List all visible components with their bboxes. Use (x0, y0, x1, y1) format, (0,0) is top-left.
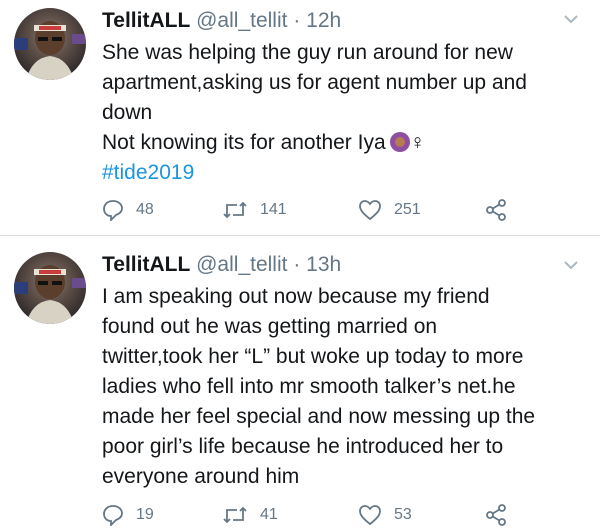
tweet-content: TellitALL @all_tellit · 13h I am speakin… (102, 252, 582, 492)
tweet-actions: 19 41 53 (102, 503, 600, 527)
avatar[interactable] (14, 8, 86, 80)
tweet-text: I am speaking out now because my friend … (102, 282, 582, 492)
retweet-button[interactable]: 141 (222, 198, 287, 222)
like-count: 53 (394, 506, 412, 523)
retweet-icon (223, 506, 247, 524)
tweet-text-line: Not knowing its for another Iya (102, 131, 386, 154)
share-icon (486, 199, 506, 221)
tweet-actions: 48 141 251 (102, 198, 600, 222)
tweet-text-line: made her feel special and now messing up… (102, 405, 536, 428)
timestamp[interactable]: 12h (306, 9, 341, 32)
tweet-text-line: found out he was getting married on (102, 315, 438, 338)
reply-button[interactable]: 48 (102, 198, 154, 222)
heart-icon (359, 200, 381, 221)
reply-button[interactable]: 19 (102, 503, 154, 527)
tweet-text-line-with-emoji: Not knowing its for another Iya ♀ (102, 128, 582, 158)
reply-icon (103, 200, 123, 221)
tweet-header: TellitALL @all_tellit · 12h (102, 8, 582, 34)
avatar[interactable] (14, 252, 86, 324)
like-count: 251 (394, 201, 421, 218)
hashtag-link[interactable]: #tide2019 (102, 161, 194, 184)
tweet-text-line: poor girl’s life because he introduced h… (102, 435, 504, 458)
chevron-down-icon[interactable] (564, 260, 578, 270)
tweet-text: She was helping the guy run around for n… (102, 38, 582, 188)
retweet-icon (223, 201, 247, 219)
tweet-text-line: apartment,asking us for agent number up … (102, 71, 527, 94)
chevron-down-icon[interactable] (564, 14, 578, 24)
reply-count: 19 (136, 506, 154, 523)
like-button[interactable]: 251 (358, 198, 421, 222)
retweet-count: 141 (260, 201, 287, 218)
tweet-text-line: everyone around him (102, 465, 300, 488)
user-handle[interactable]: @all_tellit (196, 253, 287, 276)
tweet-content: TellitALL @all_tellit · 12h She was help… (102, 8, 582, 188)
retweet-count: 41 (260, 506, 278, 523)
separator-dot: · (293, 253, 301, 276)
timestamp[interactable]: 13h (306, 253, 341, 276)
reply-icon (103, 505, 123, 526)
heart-icon (359, 505, 381, 526)
tweet-text-line: down (102, 101, 153, 124)
tweet-text-line: She was helping the guy run around for n… (102, 41, 513, 64)
tweet[interactable]: TellitALL @all_tellit · 13h I am speakin… (0, 236, 600, 531)
display-name[interactable]: TellitALL (102, 253, 190, 276)
woman-facepalming-emoji-icon (389, 132, 410, 152)
female-sign: ♀ (409, 131, 426, 154)
tweet-text-line: ladies who fell into mr smooth talker’s … (102, 375, 516, 398)
display-name[interactable]: TellitALL (102, 9, 190, 32)
retweet-button[interactable]: 41 (222, 503, 278, 527)
share-icon (486, 504, 506, 526)
separator-dot: · (293, 9, 301, 32)
tweet-header: TellitALL @all_tellit · 13h (102, 252, 582, 278)
tweet[interactable]: TellitALL @all_tellit · 12h She was help… (0, 0, 600, 236)
tweet-text-line: twitter,took her “L” but woke up today t… (102, 345, 524, 368)
share-button[interactable] (484, 198, 520, 222)
like-button[interactable]: 53 (358, 503, 412, 527)
reply-count: 48 (136, 201, 154, 218)
tweet-text-line: I am speaking out now because my friend (102, 285, 490, 308)
share-button[interactable] (484, 503, 520, 527)
user-handle[interactable]: @all_tellit (196, 9, 287, 32)
